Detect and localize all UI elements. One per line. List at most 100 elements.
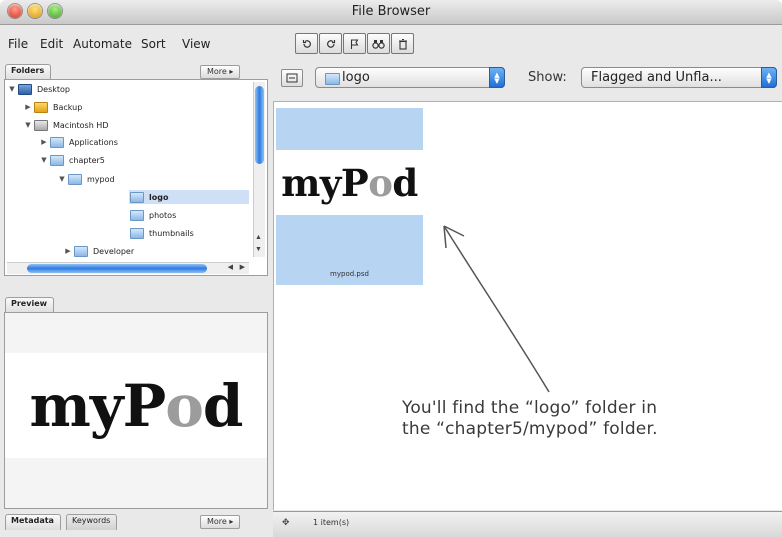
tree-item-chapter5[interactable]: ▼ chapter5 [39, 153, 105, 167]
find-button[interactable] [367, 33, 390, 54]
tree-item-label: Macintosh HD [53, 120, 109, 130]
tree-item-backup[interactable]: ▶ Backup [23, 100, 82, 114]
scroll-thumb[interactable] [27, 264, 207, 273]
trash-icon [398, 38, 407, 50]
metadata-more-button[interactable]: More ▸ [200, 515, 241, 529]
flag-button[interactable] [343, 33, 366, 54]
folder-icon [50, 154, 64, 166]
popup-arrows-icon: ▲ ▼ [489, 67, 505, 88]
menu-bar: File Edit Automate Sort View [0, 25, 268, 57]
annotation-line-1: You'll find the “logo” folder in [402, 398, 658, 418]
tree-item-mypod[interactable]: ▼ mypod [57, 172, 115, 186]
show-filter-value: Flagged and Unfla... [591, 70, 722, 85]
up-folder-button[interactable] [281, 69, 303, 87]
flag-icon [350, 38, 358, 49]
preview-panel: myP o d [4, 312, 268, 509]
scroll-left-arrow-icon[interactable]: ◀ [228, 263, 233, 271]
folder-icon [34, 101, 48, 113]
tree-item-desktop[interactable]: ▼ Desktop [7, 82, 70, 96]
folder-icon [130, 227, 144, 239]
scroll-down-arrow-icon[interactable]: ▼ [255, 246, 262, 253]
tab-preview[interactable]: Preview [5, 297, 55, 313]
folder-icon [325, 73, 340, 85]
disclosure-open-icon[interactable]: ▼ [57, 175, 67, 183]
preview-image: myP o d [5, 353, 267, 458]
disclosure-closed-icon[interactable]: ▶ [39, 138, 49, 146]
hard-drive-icon [34, 119, 48, 131]
tree-item-developer[interactable]: ▶ Developer [63, 244, 134, 258]
tab-folders[interactable]: Folders [5, 64, 52, 80]
file-browser-window: File Browser File Edit Automate Sort Vie… [0, 0, 782, 537]
annotation-arrow [443, 225, 550, 393]
tree-item-label: photos [149, 210, 177, 220]
folder-icon [50, 136, 64, 148]
scroll-thumb[interactable] [255, 86, 264, 164]
tree-item-label: Backup [53, 102, 83, 112]
scroll-right-arrow-icon[interactable]: ▶ [240, 263, 245, 271]
folders-horizontal-scrollbar[interactable]: ◀ ▶ [7, 262, 249, 274]
thumbnail-grid: myP o d mypod.psd [273, 101, 782, 510]
tree-item-label: thumbnails [149, 228, 194, 238]
thumbnail-filename: mypod.psd [330, 270, 369, 278]
menu-view[interactable]: View [182, 37, 210, 51]
folder-popup[interactable]: logo ▲ ▼ [315, 67, 505, 88]
tab-keywords[interactable]: Keywords [66, 514, 118, 530]
folder-icon [74, 245, 88, 257]
tab-metadata[interactable]: Metadata [5, 514, 61, 530]
folder-popup-value: logo [342, 70, 370, 85]
rotate-left-icon [302, 39, 311, 48]
annotation-line-2: the “chapter5/mypod” folder. [402, 419, 658, 439]
tree-item-label: chapter5 [69, 155, 105, 165]
status-bar: ✥ 1 item(s) [273, 511, 782, 537]
show-label: Show: [528, 70, 567, 85]
disclosure-open-icon[interactable]: ▼ [39, 156, 49, 164]
disclosure-open-icon[interactable]: ▼ [7, 85, 17, 93]
folders-vertical-scrollbar[interactable]: ▲ ▼ [253, 82, 265, 257]
annotation-text: You'll find the “logo” folder in the “ch… [402, 398, 742, 440]
tree-item-label: Applications [69, 137, 118, 147]
tree-item-label: Developer [93, 246, 135, 256]
tree-item-label: mypod [87, 174, 115, 184]
delete-button[interactable] [391, 33, 414, 54]
item-count: 1 item(s) [313, 518, 350, 527]
view-options-icon[interactable]: ✥ [282, 517, 290, 528]
disclosure-open-icon[interactable]: ▼ [23, 121, 33, 129]
menu-sort[interactable]: Sort [141, 37, 166, 51]
tree-item-label: Desktop [37, 84, 70, 94]
show-filter-popup[interactable]: Flagged and Unfla... ▲ ▼ [581, 67, 777, 88]
folder-up-icon [286, 73, 298, 83]
desktop-icon [18, 83, 32, 95]
menu-file[interactable]: File [8, 37, 28, 51]
popup-arrows-icon: ▲ ▼ [761, 67, 777, 88]
tree-item-applications[interactable]: ▶ Applications [39, 135, 118, 149]
rotate-right-button[interactable] [319, 33, 342, 54]
preview-logo-o: o [165, 371, 204, 440]
scroll-up-arrow-icon[interactable]: ▲ [255, 234, 262, 241]
location-bar: logo ▲ ▼ Show: Flagged and Unfla... ▲ ▼ [270, 60, 782, 98]
folder-icon [68, 173, 82, 185]
menu-edit[interactable]: Edit [40, 37, 63, 51]
rotate-right-icon [326, 39, 335, 48]
thumbnail-logo-text-end: d [392, 160, 418, 205]
tree-item-thumbnails[interactable]: thumbnails [129, 226, 194, 240]
folders-more-button[interactable]: More ▸ [200, 65, 241, 79]
folder-icon [130, 209, 144, 221]
window-title: File Browser [351, 4, 431, 19]
disclosure-closed-icon[interactable]: ▶ [63, 247, 73, 255]
disclosure-closed-icon[interactable]: ▶ [23, 103, 33, 111]
menu-automate[interactable]: Automate [73, 37, 132, 51]
tree-item-macintosh-hd[interactable]: ▼ Macintosh HD [23, 118, 108, 132]
preview-logo-text-end: d [202, 371, 244, 440]
tree-item-photos[interactable]: photos [129, 208, 176, 222]
title-bar: File Browser [0, 0, 782, 25]
rotate-left-button[interactable] [295, 33, 318, 54]
thumbnail-logo-o: o [368, 160, 393, 205]
tree-item-label: logo [149, 192, 169, 202]
thumbnail-logo-text: myP [281, 160, 369, 205]
thumbnail-item[interactable]: myP o d mypod.psd [276, 108, 423, 285]
folders-panel: ▼ Desktop ▶ Backup ▼ Macintosh HD ▶ Appl… [4, 79, 268, 276]
folder-icon [130, 191, 144, 203]
tree-item-logo[interactable]: logo [129, 190, 249, 204]
thumbnail-image: myP o d [276, 150, 423, 215]
binoculars-icon [372, 39, 385, 49]
